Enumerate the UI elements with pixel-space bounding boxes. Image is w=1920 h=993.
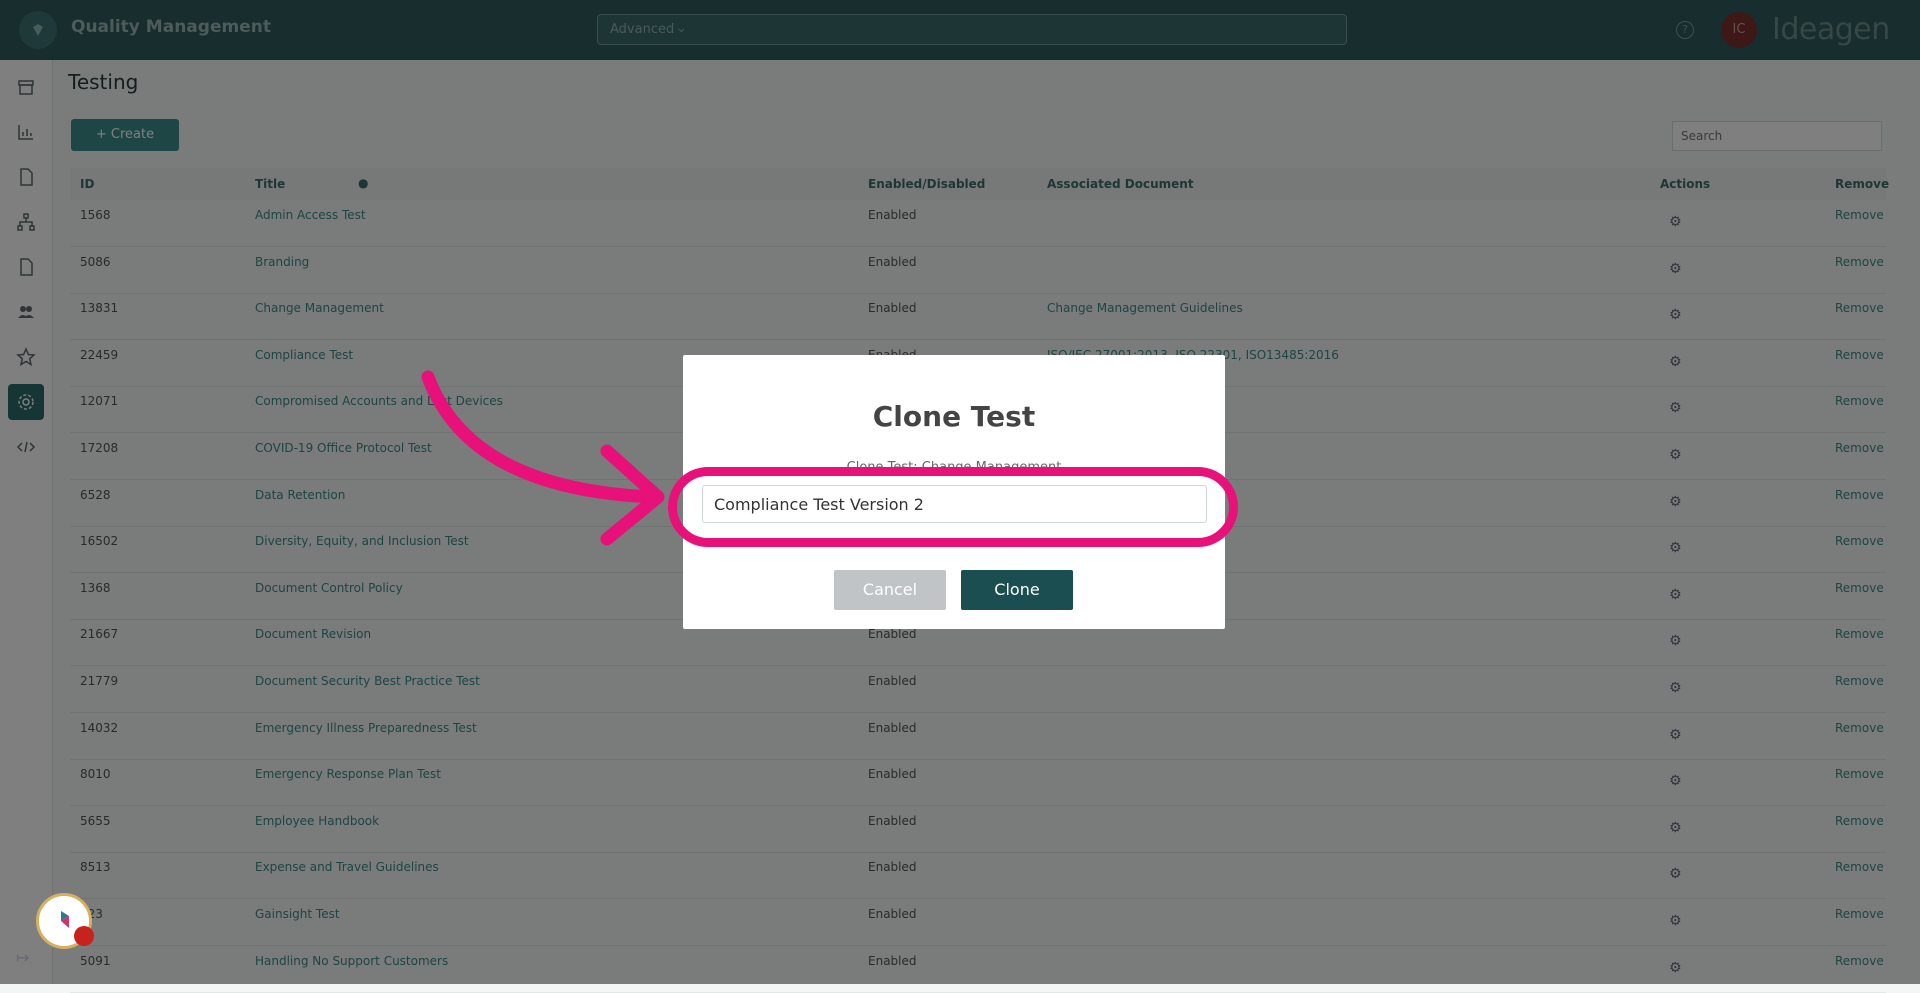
- pointer-arrow-icon: [421, 370, 665, 546]
- logout-icon[interactable]: ↦: [16, 948, 29, 967]
- notification-dot: [74, 926, 94, 946]
